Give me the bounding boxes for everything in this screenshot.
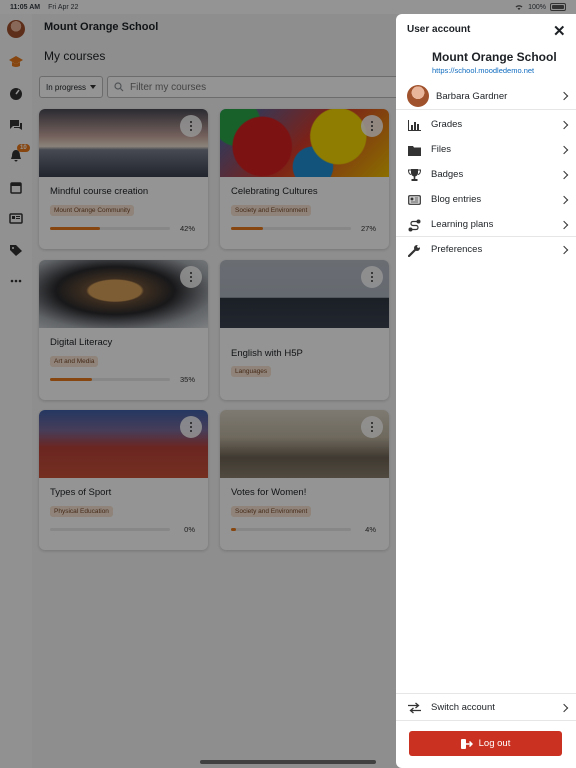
chevron-right-icon [559,170,569,180]
menu-item-label: Blog entries [431,194,482,205]
chevron-right-icon [559,145,569,155]
divider [396,720,576,721]
route-icon [407,218,421,232]
chevron-right-icon [559,91,569,101]
user-name: Barbara Gardner [436,91,508,102]
chevron-right-icon [559,195,569,205]
trophy-icon [407,168,421,182]
switch-account-button[interactable]: Switch account [396,696,576,720]
status-bar: 11:05 AM Fri Apr 22 100% [0,0,576,14]
grades-icon [407,118,421,132]
battery-icon [550,3,566,11]
chevron-right-icon [559,120,569,130]
menu-item-grades[interactable]: Grades [396,113,576,137]
menu-item-label: Learning plans [431,219,494,230]
wifi-icon [515,5,523,10]
divider [396,693,576,694]
site-url-link[interactable]: https://school.moodledemo.net [432,66,534,75]
user-account-drawer: User account ✕ Mount Orange School https… [396,14,576,768]
menu-item-learning-plans[interactable]: Learning plans [396,213,576,237]
status-date: Fri Apr 22 [48,3,79,11]
divider [396,236,576,237]
user-profile-row[interactable]: Barbara Gardner [396,84,576,110]
menu-item-files[interactable]: Files [396,138,576,162]
chevron-right-icon [559,245,569,255]
battery-level: 100% [528,3,546,11]
drawer-title: User account [407,24,471,35]
menu-item-label: Preferences [431,244,483,255]
menu-item-label: Badges [431,169,464,180]
avatar [407,85,429,107]
site-name: Mount Orange School [432,50,557,64]
folder-icon [407,143,421,157]
switch-account-label: Switch account [431,702,495,713]
close-icon[interactable]: ✕ [553,22,566,40]
menu-item-label: Grades [431,119,463,130]
home-indicator[interactable] [200,760,376,764]
chevron-right-icon [559,703,569,713]
switch-arrows-icon [407,701,421,715]
blog-icon [407,193,421,207]
menu-item-label: Files [431,144,452,155]
menu-item-badges[interactable]: Badges [396,163,576,187]
logout-button[interactable]: Log out [409,731,562,756]
logout-icon [460,738,473,749]
menu-item-blog-entries[interactable]: Blog entries [396,188,576,212]
status-time: 11:05 AM [10,3,41,11]
wrench-icon [407,243,421,257]
menu-item-preferences[interactable]: Preferences [396,238,576,262]
logout-label: Log out [478,738,511,749]
chevron-right-icon [559,220,569,230]
